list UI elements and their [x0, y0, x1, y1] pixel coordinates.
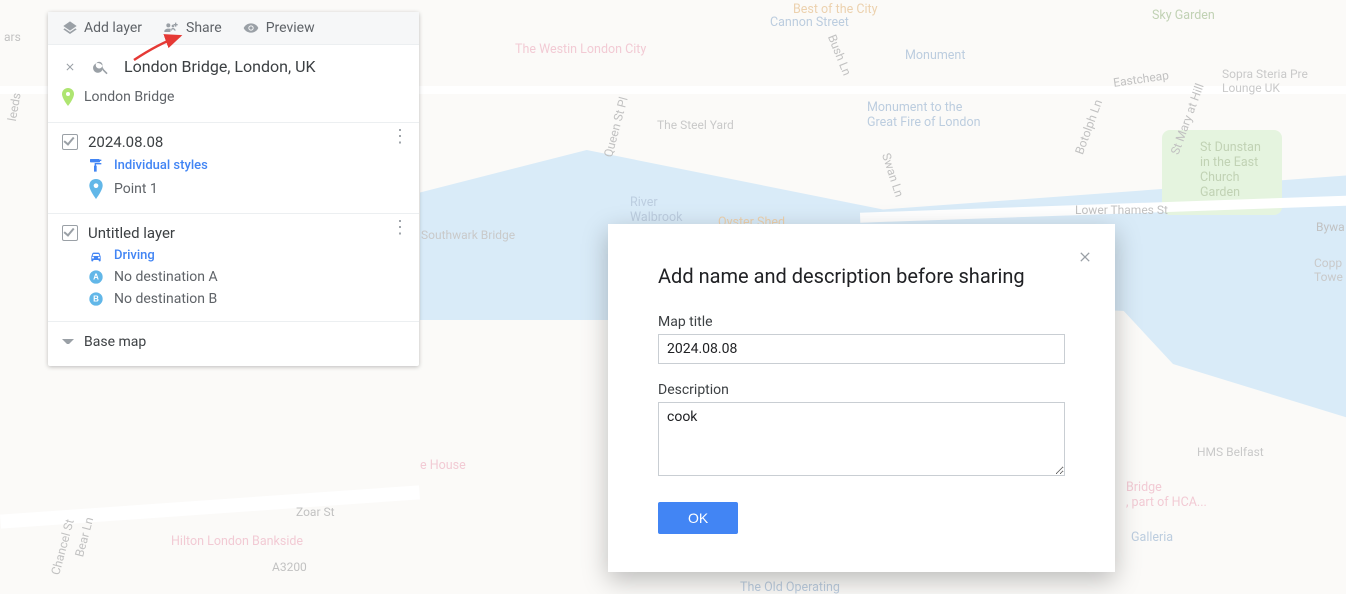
- side-panel: Add layer Share Preview London Bridge, L…: [48, 12, 419, 366]
- modal-title: Add name and description before sharing: [658, 264, 1065, 288]
- layer-item-1-0[interactable]: A No destination A: [62, 263, 405, 285]
- layer-block-1: Untitled layer ⋮ Driving A No destinatio…: [48, 213, 419, 321]
- modal-close-button[interactable]: [1077, 246, 1093, 270]
- layer-name-0: 2024.08.08: [88, 133, 163, 151]
- layer-menu-1[interactable]: ⋮: [391, 226, 409, 230]
- add-layer-button[interactable]: Add layer: [62, 20, 142, 36]
- preview-label: Preview: [266, 20, 315, 36]
- layer-checkbox-1[interactable]: [62, 225, 78, 241]
- close-icon: [64, 61, 76, 73]
- close-icon: [1077, 249, 1093, 265]
- layer-item-0-0[interactable]: Point 1: [62, 173, 405, 199]
- preview-button[interactable]: Preview: [242, 20, 315, 36]
- search-query-text[interactable]: London Bridge, London, UK: [124, 57, 316, 76]
- layer-style-0[interactable]: Individual styles: [62, 151, 405, 173]
- letter-a-icon: A: [88, 269, 104, 285]
- map-title-label: Map title: [658, 314, 1065, 330]
- eye-icon: [242, 20, 260, 36]
- layer-item-label-0-0: Point 1: [114, 181, 158, 197]
- layer-header-0[interactable]: 2024.08.08: [62, 133, 405, 151]
- share-modal: Add name and description before sharing …: [608, 224, 1115, 572]
- car-icon: [88, 249, 104, 263]
- add-layer-label: Add layer: [84, 20, 142, 36]
- search-row: London Bridge, London, UK: [48, 45, 419, 80]
- layer-style-label-0: Individual styles: [114, 158, 208, 173]
- share-button[interactable]: Share: [162, 20, 222, 36]
- basemap-row[interactable]: Base map: [48, 321, 419, 366]
- ok-button[interactable]: OK: [658, 502, 738, 534]
- layer-menu-0[interactable]: ⋮: [391, 135, 409, 139]
- letter-b-icon: B: [88, 291, 104, 307]
- layer-item-label-1-0: No destination A: [114, 269, 218, 285]
- chevron-down-icon: [62, 339, 74, 351]
- layer-name-1: Untitled layer: [88, 224, 175, 242]
- clear-search-button[interactable]: [62, 61, 78, 73]
- share-icon: [162, 20, 180, 36]
- layer-item-label-1-1: No destination B: [114, 291, 217, 307]
- layer-style-label-1: Driving: [114, 248, 155, 263]
- panel-toolbar: Add layer Share Preview: [48, 12, 419, 45]
- description-label: Description: [658, 382, 1065, 398]
- paint-roller-icon: [88, 157, 104, 173]
- layer-header-1[interactable]: Untitled layer: [62, 224, 405, 242]
- layer-item-1-1[interactable]: B No destination B: [62, 285, 405, 307]
- layer-style-1[interactable]: Driving: [62, 242, 405, 263]
- layers-icon: [62, 20, 78, 36]
- layer-checkbox-0[interactable]: [62, 134, 78, 150]
- search-result[interactable]: London Bridge: [48, 80, 419, 122]
- search-result-text: London Bridge: [84, 89, 174, 105]
- svg-text:A: A: [93, 273, 99, 282]
- share-label: Share: [186, 20, 222, 36]
- search-icon: [92, 58, 110, 76]
- basemap-label: Base map: [84, 334, 146, 350]
- description-textarea[interactable]: [658, 402, 1065, 476]
- svg-text:B: B: [93, 295, 99, 304]
- layer-block-0: 2024.08.08 ⋮ Individual styles Point 1: [48, 122, 419, 213]
- point-icon: [88, 179, 104, 199]
- marker-icon: [62, 88, 74, 106]
- map-title-input[interactable]: [658, 334, 1065, 364]
